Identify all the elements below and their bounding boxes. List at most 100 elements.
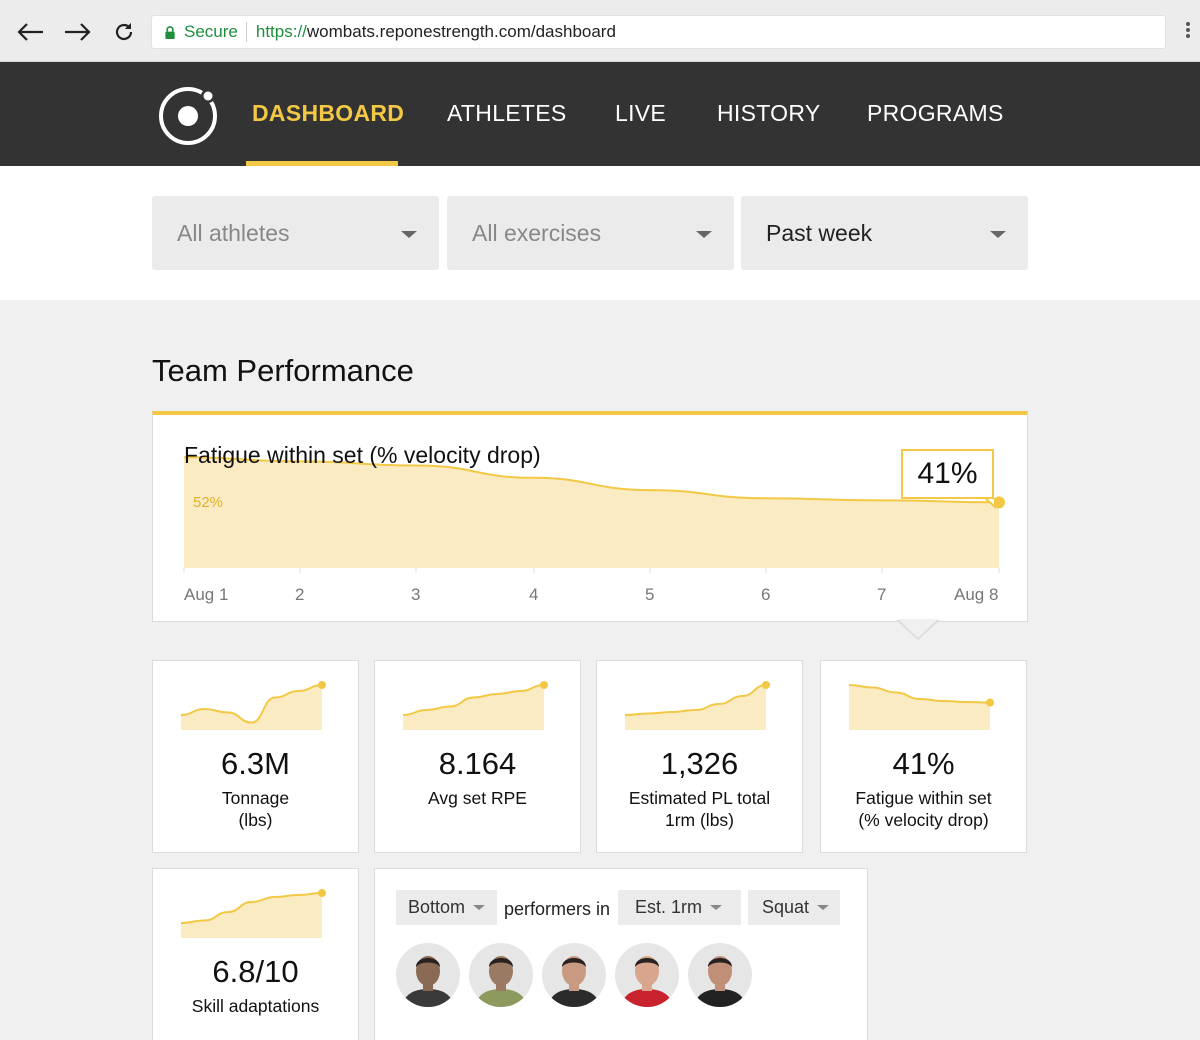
- url-separator: [245, 22, 247, 42]
- stat-value: 41%: [892, 746, 955, 781]
- sparkline-area: [181, 893, 322, 938]
- stat-label: Tonnage (lbs): [153, 787, 358, 831]
- sparkline-area: [849, 685, 990, 730]
- reload-icon: [115, 23, 133, 41]
- stat-value: 6.3M: [221, 746, 290, 781]
- sparkline-endpoint: [986, 698, 994, 707]
- url-path: wombats.reponestrength.com/dashboard: [306, 22, 616, 41]
- nav-programs[interactable]: PROGRAMS: [867, 100, 1004, 127]
- x-tick-label: 6: [761, 585, 771, 604]
- stat-label-line2: 1rm (lbs): [664, 810, 735, 830]
- performers-text: performers in: [504, 899, 611, 919]
- forward-button[interactable]: [62, 16, 94, 48]
- athlete-avatar[interactable]: [469, 943, 533, 1007]
- current-value-callout: 41%: [901, 449, 994, 499]
- athlete-avatar[interactable]: [542, 943, 606, 1007]
- nav-history[interactable]: HISTORY: [717, 100, 821, 127]
- sparkline: [403, 681, 548, 730]
- stat-label-line1: Fatigue within set: [855, 788, 992, 808]
- dropdown-caret-icon: [817, 905, 830, 910]
- stat-card-skill[interactable]: 6.8/10 Skill adaptations: [152, 868, 359, 1040]
- lock-icon: [165, 25, 175, 39]
- arrow-left-icon: [17, 23, 43, 41]
- filter-bar: All athletes All exercises Past week: [0, 166, 1200, 300]
- stat-card-fatigue[interactable]: 41% Fatigue within set (% velocity drop): [820, 660, 1027, 853]
- stat-label: Skill adaptations: [153, 995, 358, 1017]
- nav-athletes[interactable]: ATHLETES: [447, 100, 567, 127]
- metric-select-value: Est. 1rm: [635, 897, 703, 917]
- avatar-image: [688, 943, 752, 1007]
- stat-value: 1,326: [660, 746, 739, 781]
- exercises-select[interactable]: All exercises: [447, 196, 734, 270]
- section-title: Team Performance: [152, 353, 414, 388]
- sparkline: [181, 889, 326, 938]
- x-tick-label: 3: [411, 585, 421, 604]
- browser-toolbar: Secure https://wombats.reponestrength.co…: [0, 0, 1200, 62]
- performers-panel: Bottom performers in Est. 1rm Squat: [374, 868, 868, 1040]
- address-bar[interactable]: Secure https://wombats.reponestrength.co…: [151, 15, 1166, 49]
- period-select[interactable]: Past week: [741, 196, 1028, 270]
- stat-card-pl-total[interactable]: 1,326 Estimated PL total 1rm (lbs): [596, 660, 803, 853]
- sparkline-endpoint: [318, 889, 326, 897]
- sparkline-endpoint: [762, 681, 770, 689]
- x-tick-label: 7: [877, 585, 887, 604]
- rank-select-value: Bottom: [408, 897, 466, 917]
- stat-label: Estimated PL total 1rm (lbs): [597, 787, 802, 831]
- series-area: [184, 457, 999, 568]
- avatar-image: [469, 943, 533, 1007]
- athlete-avatar[interactable]: [688, 943, 752, 1007]
- stat-label-line2: (lbs): [238, 810, 273, 830]
- secure-label: Secure: [184, 22, 238, 41]
- app-header: DASHBOARD ATHLETES LIVE HISTORY PROGRAMS: [0, 62, 1200, 166]
- stat-value: 8.164: [438, 746, 517, 781]
- sparkline-area: [625, 685, 766, 730]
- sparkline: [625, 681, 770, 730]
- menu-icon[interactable]: [1186, 22, 1192, 42]
- dropdown-caret-icon: [401, 231, 417, 238]
- exercises-select-value: All exercises: [472, 219, 602, 246]
- x-tick-label: 2: [295, 585, 305, 604]
- dropdown-caret-icon: [710, 905, 723, 910]
- stat-card-rpe[interactable]: 8.164 Avg set RPE: [374, 660, 581, 853]
- start-value-label: 52%: [193, 494, 223, 511]
- stat-label-line1: Skill adaptations: [191, 996, 320, 1016]
- x-tick-label: 5: [645, 585, 655, 604]
- exercise-select-value: Squat: [762, 897, 810, 917]
- stat-label: Fatigue within set (% velocity drop): [821, 787, 1026, 831]
- dropdown-caret-icon: [990, 231, 1006, 238]
- arrow-right-icon: [65, 23, 91, 41]
- x-tick-label: 4: [529, 585, 539, 604]
- exercise-select[interactable]: Squat: [748, 890, 840, 925]
- stat-label-line1: Tonnage: [221, 788, 290, 808]
- period-select-value: Past week: [766, 219, 873, 246]
- url-scheme: https://: [255, 22, 307, 41]
- x-tick-label: Aug 8: [954, 585, 999, 604]
- nav-live[interactable]: LIVE: [615, 100, 666, 127]
- back-button[interactable]: [14, 16, 46, 48]
- rank-select[interactable]: Bottom: [396, 890, 497, 925]
- sparkline: [849, 684, 994, 730]
- card-pointer-fill: [898, 619, 938, 638]
- athlete-avatar[interactable]: [615, 943, 679, 1007]
- fatigue-chart-card: 52% Fatigue within set (% velocity drop)…: [152, 411, 1028, 622]
- athlete-avatar[interactable]: [396, 943, 460, 1007]
- athletes-select-value: All athletes: [177, 219, 290, 246]
- sparkline-endpoint: [540, 681, 548, 689]
- metric-select[interactable]: Est. 1rm: [618, 890, 741, 925]
- stat-label-line1: Avg set RPE: [428, 788, 527, 808]
- nav-dashboard[interactable]: DASHBOARD: [252, 100, 404, 127]
- stat-label-line2: (% velocity drop): [858, 810, 989, 830]
- reload-button[interactable]: [108, 16, 140, 48]
- sparkline-endpoint: [318, 681, 326, 689]
- stat-label-line1: Estimated PL total: [628, 788, 771, 808]
- athletes-select[interactable]: All athletes: [152, 196, 439, 270]
- stat-label: Avg set RPE: [375, 787, 580, 809]
- stat-value: 6.8/10: [212, 954, 299, 989]
- sparkline: [181, 681, 326, 730]
- chart-title: Fatigue within set (% velocity drop): [184, 442, 541, 468]
- avatar-image: [396, 943, 460, 1007]
- logo-icon: [159, 87, 217, 145]
- stat-card-tonnage[interactable]: 6.3M Tonnage (lbs): [152, 660, 359, 853]
- dropdown-caret-icon: [696, 231, 712, 238]
- x-tick-label: Aug 1: [184, 585, 229, 604]
